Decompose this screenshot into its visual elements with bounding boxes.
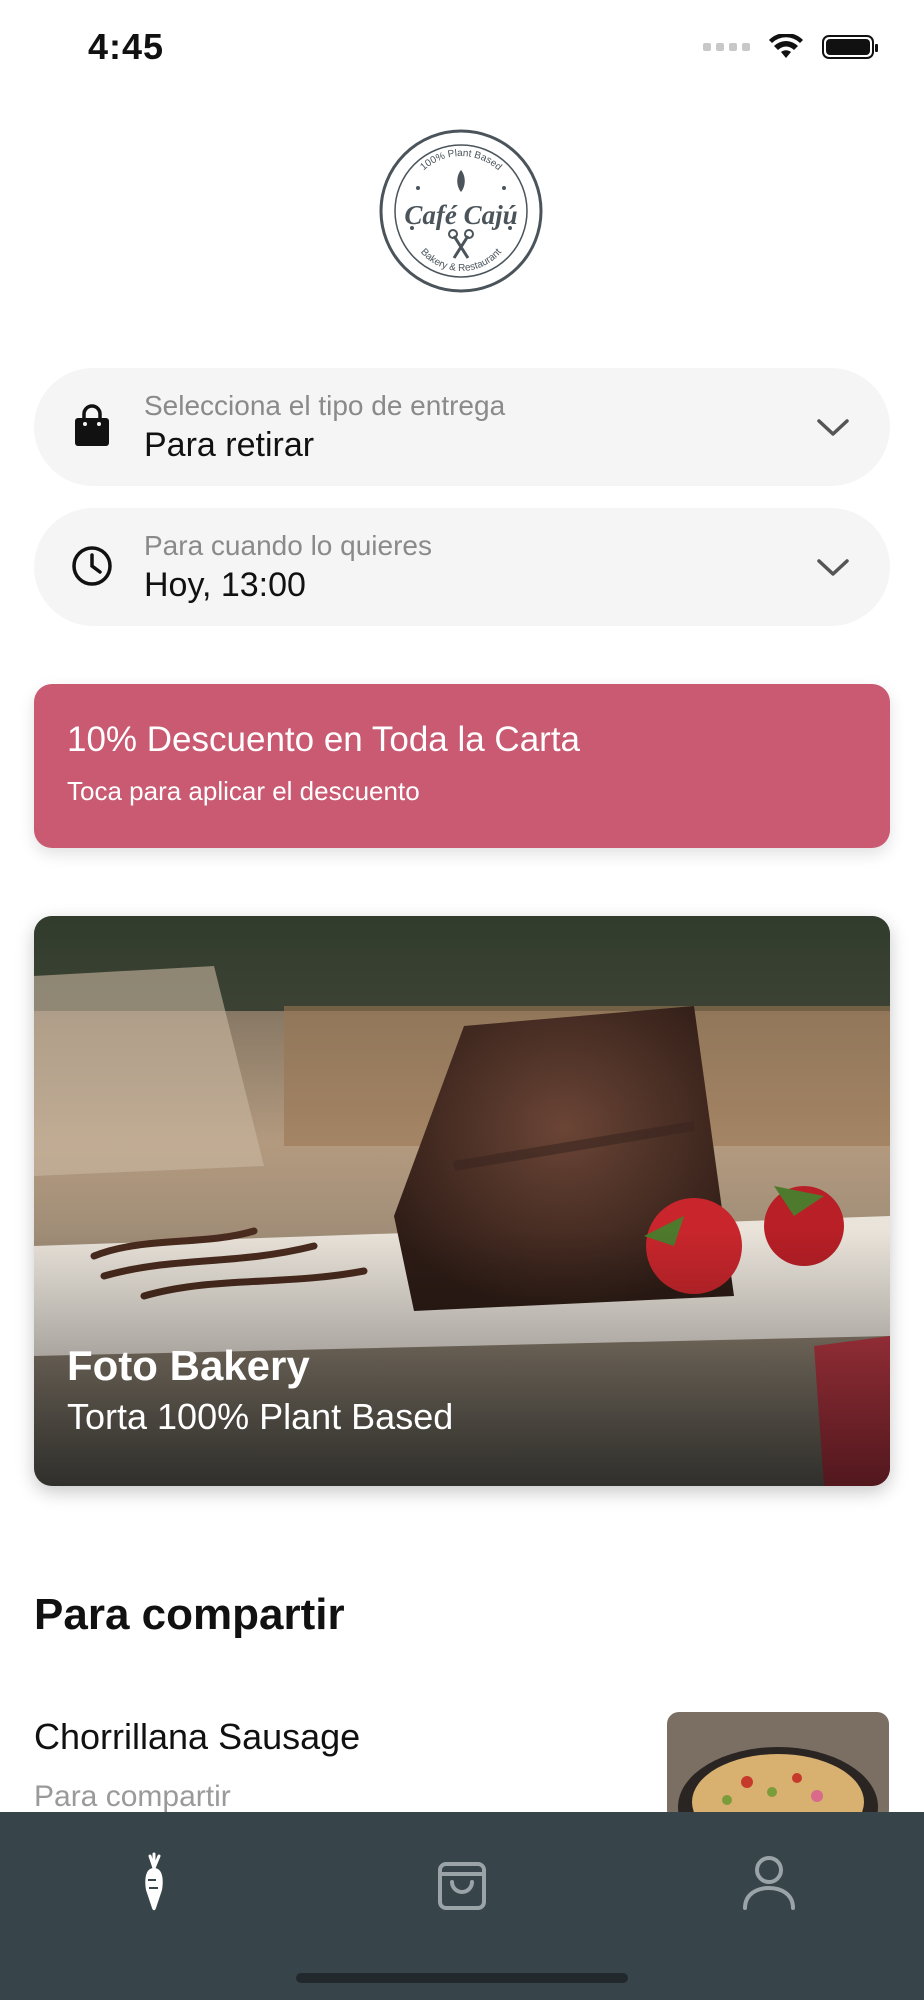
brand-logo: 100% Plant Based Bakery & Restaurant Caf… <box>379 129 543 293</box>
status-icons <box>703 34 878 60</box>
schedule-label: Para cuando lo quieres <box>144 530 432 561</box>
item-category: Para compartir <box>34 1780 231 1813</box>
user-icon[interactable] <box>737 1850 801 1914</box>
schedule-value: Hoy, 13:00 <box>144 566 306 604</box>
item-thumbnail <box>667 1712 889 1822</box>
logo-name: Café Cajú <box>404 200 517 230</box>
clock-icon <box>72 546 112 586</box>
chevron-down-icon <box>817 559 849 576</box>
chevron-down-icon <box>817 419 849 436</box>
delivery-type-value: Para retirar <box>144 426 315 464</box>
discount-title: 10% Descuento en Toda la Carta <box>67 720 581 759</box>
schedule-selector[interactable]: Para cuando lo quieres Hoy, 13:00 <box>34 508 890 626</box>
battery-icon <box>822 35 878 59</box>
discount-banner[interactable]: 10% Descuento en Toda la Carta Toca para… <box>34 684 890 848</box>
home-indicator <box>296 1973 628 1983</box>
status-time: 4:45 <box>88 26 165 67</box>
item-name: Chorrillana Sausage <box>34 1716 361 1757</box>
featured-title: Foto Bakery <box>67 1342 310 1389</box>
section-title: Para compartir <box>34 1590 345 1639</box>
shopping-bag-icon[interactable] <box>430 1850 494 1914</box>
status-bar: 4:45 <box>0 0 924 100</box>
discount-subtitle: Toca para aplicar el descuento <box>67 776 420 806</box>
tab-bar <box>0 1812 924 2000</box>
delivery-type-selector[interactable]: Selecciona el tipo de entrega Para retir… <box>34 368 890 486</box>
featured-subtitle: Torta 100% Plant Based <box>67 1396 454 1437</box>
featured-card[interactable]: Foto Bakery Torta 100% Plant Based <box>34 916 890 1486</box>
shopping-bag-icon <box>75 404 109 446</box>
delivery-type-label: Selecciona el tipo de entrega <box>144 390 506 421</box>
carrot-icon[interactable] <box>122 1850 186 1914</box>
signal-icon <box>703 43 750 51</box>
wifi-icon <box>769 34 803 58</box>
